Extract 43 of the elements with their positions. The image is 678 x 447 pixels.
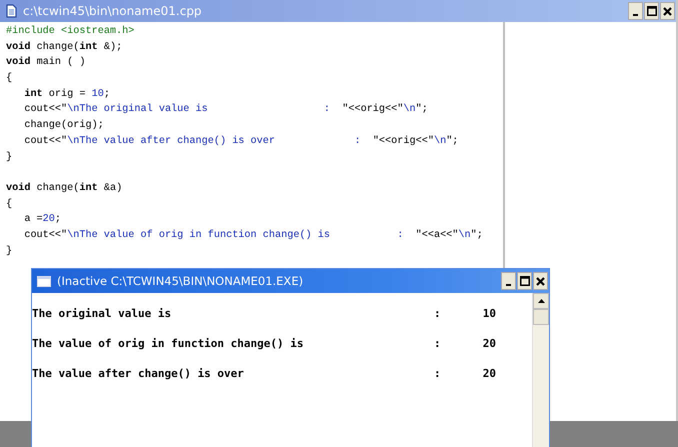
scroll-up-button[interactable] (533, 293, 549, 309)
maximize-button[interactable] (644, 2, 659, 20)
maximize-icon (520, 276, 530, 286)
window-title: (Inactive C:\TCWIN45\BIN\NONAME01.EXE) (57, 274, 304, 288)
code-line: cout<<"\nThe value after change() is over : "<<orig<<"\n"; (24, 136, 458, 147)
code-line: void change(int &a) (6, 182, 122, 194)
close-icon (536, 276, 545, 286)
output-value: 20 (482, 367, 496, 380)
code-line: cout<<"\nThe original value is : "<<orig<<"\n"; (24, 104, 428, 116)
separator-colon: : (434, 337, 442, 350)
output-label: The original value is (32, 307, 172, 320)
minimize-icon (506, 284, 511, 286)
scrollbar[interactable] (532, 293, 549, 447)
window-title: c:\tcwin45\bin\noname01.cpp (23, 4, 203, 18)
code-line: } (6, 152, 12, 162)
code-line: void change(int &); (6, 42, 122, 53)
close-button[interactable] (660, 2, 675, 20)
close-icon (663, 6, 672, 16)
scroll-thumb[interactable] (533, 309, 549, 325)
output-label: The value of orig in function change() is (32, 337, 305, 350)
output-value: 20 (482, 337, 496, 350)
output-label: The value after change() is over (32, 367, 245, 380)
document-icon (6, 4, 17, 18)
maximize-button[interactable] (517, 272, 532, 290)
code-line: cout<<"\nThe value of orig in function change() is : "<<a<<"\n"; (24, 230, 483, 241)
code-line: void main ( ) (6, 57, 86, 68)
code-line: } (6, 246, 12, 257)
window-icon (37, 276, 51, 286)
maximize-icon (646, 6, 656, 16)
code-line: #include <iostream.h> (6, 26, 134, 37)
separator-colon: : (434, 367, 442, 380)
up-arrow-icon (538, 299, 544, 303)
output-value: 10 (482, 307, 496, 320)
close-button[interactable] (533, 272, 548, 290)
code-line: a =20; (24, 214, 62, 226)
code-line: change(orig); (24, 120, 104, 132)
minimize-button[interactable] (501, 272, 516, 290)
code-line: { (6, 73, 12, 84)
minimize-icon (633, 14, 638, 16)
minimize-button[interactable] (628, 2, 643, 20)
code-line: { (6, 198, 12, 210)
code-line: int orig = 10; (24, 88, 110, 100)
separator-colon: : (434, 307, 442, 320)
